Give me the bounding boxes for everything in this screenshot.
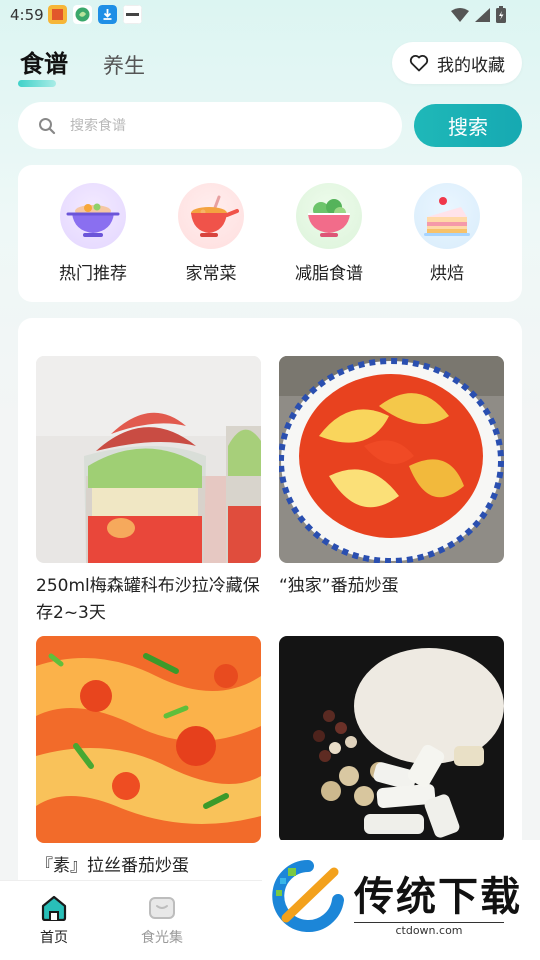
- recipe-title: 『素』拉丝番茄炒蛋: [36, 856, 189, 876]
- category-baking[interactable]: 烘焙: [397, 183, 497, 302]
- heart-icon: [409, 55, 429, 72]
- active-tab-indicator: [18, 80, 56, 87]
- category-label: 热门推荐: [59, 264, 127, 284]
- category-panel: 热门推荐 家常菜 减脂食谱 烘焙: [18, 165, 522, 302]
- status-bar: 4:59: [0, 0, 540, 30]
- salad-bowl-icon: [296, 183, 362, 249]
- category-low-fat[interactable]: 减脂食谱: [279, 183, 379, 302]
- app-notification-icon: [48, 5, 67, 24]
- my-favorites-label: 我的收藏: [437, 55, 505, 76]
- tab-recipes[interactable]: 食谱: [18, 44, 68, 87]
- recipe-image-salad-jar: [36, 356, 261, 563]
- download-notification-icon: [98, 5, 117, 24]
- search-input[interactable]: [70, 117, 360, 134]
- recipe-card[interactable]: 『素』拉丝番茄炒蛋: [36, 636, 261, 880]
- search-button[interactable]: 搜索: [414, 104, 522, 147]
- watermark-logo: [272, 860, 344, 932]
- hot-pot-icon: [60, 183, 126, 249]
- category-home-cooking[interactable]: 家常菜: [161, 183, 261, 302]
- recipe-image-stringy-tomato-egg: [36, 636, 261, 843]
- nav-label: 食光集: [141, 930, 183, 946]
- collection-icon: [149, 897, 175, 919]
- header: 食谱 养生 我的收藏: [0, 40, 540, 90]
- app-notification-icon-2: [123, 5, 142, 24]
- tab-recipes-label: 食谱: [20, 50, 68, 78]
- search-icon: [39, 117, 56, 134]
- leaf-notification-icon: [73, 5, 92, 24]
- nav-label: 首页: [40, 930, 68, 946]
- tab-health[interactable]: 养生: [103, 50, 145, 80]
- notification-icons: [48, 5, 142, 24]
- recipe-card[interactable]: “独家”番茄炒蛋: [279, 356, 504, 600]
- recipe-card[interactable]: 250ml梅森罐科布沙拉冷藏保存2~3天: [36, 356, 261, 627]
- watermark-url: ctdown.com: [354, 922, 504, 937]
- cake-icon: [414, 183, 480, 249]
- nav-collection[interactable]: 食光集: [132, 895, 192, 947]
- recipe-title: “独家”番茄炒蛋: [279, 576, 399, 596]
- category-hot-recommend[interactable]: 热门推荐: [43, 183, 143, 302]
- home-icon: [41, 895, 67, 921]
- search-box[interactable]: [18, 102, 402, 149]
- recipe-title: 250ml梅森罐科布沙拉冷藏保存2~3天: [36, 576, 260, 623]
- recipe-image-rice-and-grains: [279, 636, 504, 843]
- wifi-icon: [451, 7, 469, 22]
- soup-bowl-icon: [178, 183, 244, 249]
- watermark: 传统下载 ctdown.com: [262, 840, 540, 940]
- status-time: 4:59: [10, 6, 44, 24]
- recipe-card[interactable]: [279, 636, 504, 853]
- nav-home[interactable]: 首页: [24, 895, 84, 947]
- recipe-image-tomato-egg: [279, 356, 504, 563]
- category-label: 家常菜: [185, 264, 237, 284]
- system-status: [451, 6, 506, 23]
- category-label: 减脂食谱: [295, 264, 363, 284]
- watermark-text: 传统下载: [354, 874, 522, 920]
- signal-icon: [475, 7, 490, 22]
- category-label: 烘焙: [430, 264, 464, 284]
- my-favorites-button[interactable]: 我的收藏: [392, 42, 522, 84]
- battery-icon: [496, 6, 506, 23]
